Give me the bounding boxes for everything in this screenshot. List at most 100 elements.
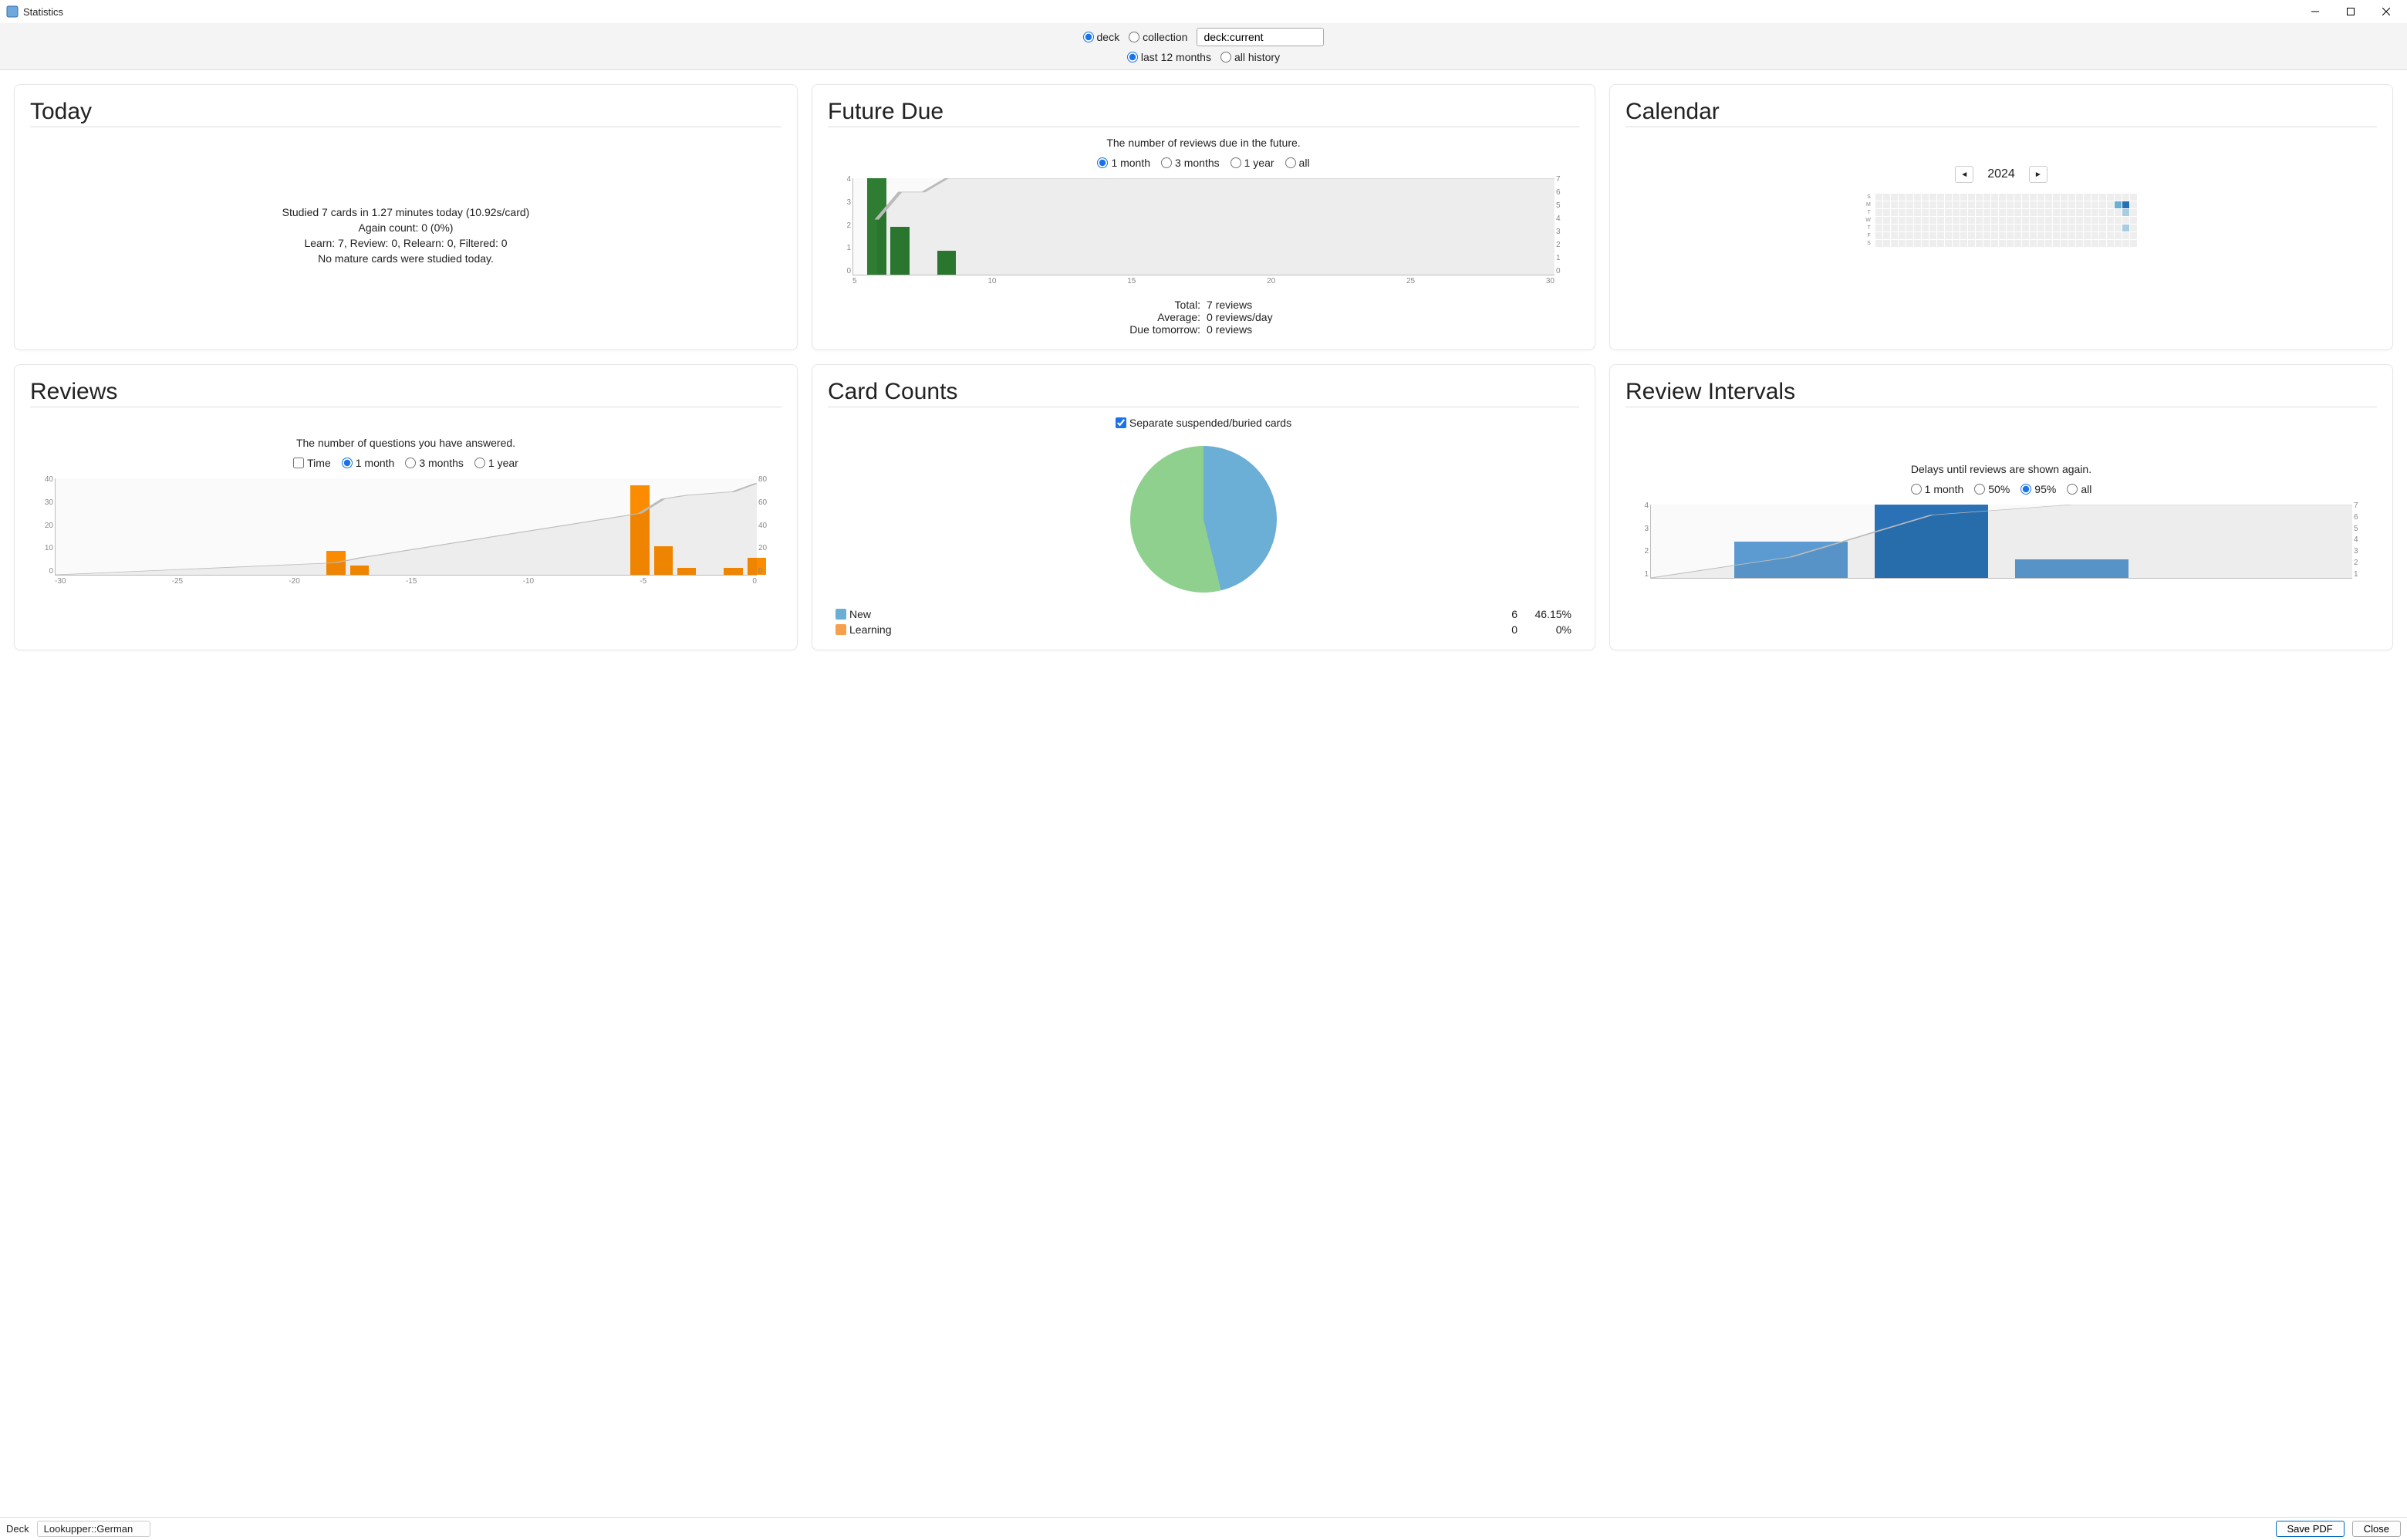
calendar-cell	[1922, 217, 1929, 224]
calendar-cell	[2037, 194, 2044, 201]
deck-selector[interactable]: Lookupper::German	[37, 1521, 151, 1537]
calendar-cell	[2130, 201, 2137, 208]
calendar-cell	[2068, 232, 2075, 239]
calendar-cell	[1953, 209, 1960, 216]
scope-radio-deck[interactable]: deck	[1083, 31, 1120, 43]
calendar-cell	[1937, 217, 1944, 224]
calendar-cell	[2007, 194, 2014, 201]
scope-radio-collection[interactable]: collection	[1129, 31, 1187, 43]
rvrange-radio[interactable]: 3 months	[405, 457, 464, 469]
calendar-cell	[1960, 225, 1967, 231]
review-intervals-chart: 43217654321	[1630, 502, 2372, 594]
calendar-cell	[1929, 232, 1936, 239]
calendar-cell	[2122, 209, 2129, 216]
calendar-cell	[1968, 217, 1975, 224]
panel-calendar: Calendar ◄ 2024 ► SMTWTFS	[1609, 84, 2393, 350]
calendar-next-button[interactable]: ►	[2029, 166, 2047, 183]
calendar-cell	[2014, 240, 2021, 247]
calendar-cell	[1960, 194, 1967, 201]
calendar-prev-button[interactable]: ◄	[1955, 166, 1973, 183]
panel-subtitle: The number of reviews due in the future.	[828, 137, 1579, 149]
calendar-cell	[2107, 209, 2114, 216]
fdrange-radio[interactable]: 1 month	[1097, 157, 1150, 169]
fdrange-radio[interactable]: 1 year	[1231, 157, 1274, 169]
rvrange-radio[interactable]: 1 month	[342, 457, 395, 469]
future-due-stats: Total:7 reviewsAverage:0 reviews/dayDue …	[828, 299, 1579, 336]
calendar-cell	[1960, 201, 1967, 208]
calendar-cell	[1875, 232, 1882, 239]
calendar-cell	[2076, 194, 2083, 201]
chart-bar	[1875, 505, 1988, 578]
separate-suspended-checkbox[interactable]: Separate suspended/buried cards	[828, 417, 1579, 429]
panel-future-due: Future Due The number of reviews due in …	[812, 84, 1595, 350]
calendar-cell	[2122, 194, 2129, 201]
calendar-cell	[1960, 217, 1967, 224]
calendar-cell	[1906, 201, 1913, 208]
calendar-cell	[2084, 240, 2091, 247]
rirange-radio[interactable]: all	[2067, 483, 2091, 495]
titlebar: Statistics	[0, 0, 2407, 23]
range-radio-all[interactable]: all history	[1220, 51, 1280, 63]
calendar-cell	[2130, 240, 2137, 247]
save-pdf-button[interactable]: Save PDF	[2276, 1521, 2345, 1537]
calendar-cell	[1953, 217, 1960, 224]
rvrange-radio[interactable]: 1 year	[474, 457, 518, 469]
close-button[interactable]: Close	[2352, 1521, 2401, 1537]
maximize-button[interactable]	[2333, 0, 2368, 23]
card-counts-pie	[1130, 446, 1277, 593]
calendar-cell	[2061, 209, 2068, 216]
fdrange-radio[interactable]: all	[1285, 157, 1310, 169]
calendar-cell	[2076, 240, 2083, 247]
calendar-cell	[2099, 194, 2106, 201]
calendar-cell	[1891, 232, 1898, 239]
card-counts-legend: New646.15%Learning00%	[828, 608, 1579, 636]
bottom-bar: Deck Lookupper::German Save PDF Close	[0, 1517, 2407, 1540]
calendar-cell	[2061, 217, 2068, 224]
calendar-cell	[1899, 194, 1906, 201]
range-radio-last12[interactable]: last 12 months	[1127, 51, 1211, 63]
rirange-radio[interactable]: 1 month	[1911, 483, 1964, 495]
calendar-cell	[2022, 209, 2029, 216]
calendar-cell	[2053, 232, 2060, 239]
calendar-cell	[1922, 201, 1929, 208]
rirange-radio[interactable]: 95%	[2020, 483, 2056, 495]
calendar-cell	[2068, 194, 2075, 201]
calendar-cell	[1914, 217, 1921, 224]
panel-review-intervals: Review Intervals Delays until reviews ar…	[1609, 364, 2393, 650]
calendar-cell	[1960, 232, 1967, 239]
calendar-cell	[2068, 209, 2075, 216]
calendar-cell	[1968, 194, 1975, 201]
calendar-cell	[1906, 225, 1913, 231]
calendar-cell	[1891, 209, 1898, 216]
calendar-cell	[1891, 217, 1898, 224]
reviews-time-checkbox[interactable]: Time	[293, 457, 331, 469]
calendar-cell	[2091, 217, 2098, 224]
calendar-cell	[2084, 209, 2091, 216]
calendar-cell	[2068, 240, 2075, 247]
calendar-cell	[1991, 232, 1998, 239]
calendar-cell	[2099, 201, 2106, 208]
calendar-cell	[1914, 240, 1921, 247]
calendar-cell	[2084, 217, 2091, 224]
close-window-button[interactable]	[2368, 0, 2404, 23]
calendar-cell	[1937, 194, 1944, 201]
calendar-cell	[2030, 217, 2037, 224]
future-due-range: 1 month 3 months 1 year all	[828, 157, 1579, 169]
calendar-cell	[2122, 232, 2129, 239]
minimize-button[interactable]	[2297, 0, 2333, 23]
calendar-cell	[2014, 232, 2021, 239]
calendar-cell	[2014, 217, 2021, 224]
calendar-cell	[2007, 209, 2014, 216]
calendar-cell	[2130, 209, 2137, 216]
fdrange-radio[interactable]: 3 months	[1161, 157, 1220, 169]
calendar-cell	[2007, 225, 2014, 231]
search-input[interactable]	[1197, 28, 1324, 46]
calendar-cell	[1945, 194, 1952, 201]
calendar-cell	[1983, 201, 1990, 208]
calendar-cell	[2068, 225, 2075, 231]
calendar-cell	[2045, 209, 2052, 216]
stats-scroll-area[interactable]: Today Studied 7 cards in 1.27 minutes to…	[0, 70, 2407, 1517]
rirange-radio[interactable]: 50%	[1974, 483, 2010, 495]
calendar-cell	[1945, 232, 1952, 239]
calendar-cell	[2037, 240, 2044, 247]
